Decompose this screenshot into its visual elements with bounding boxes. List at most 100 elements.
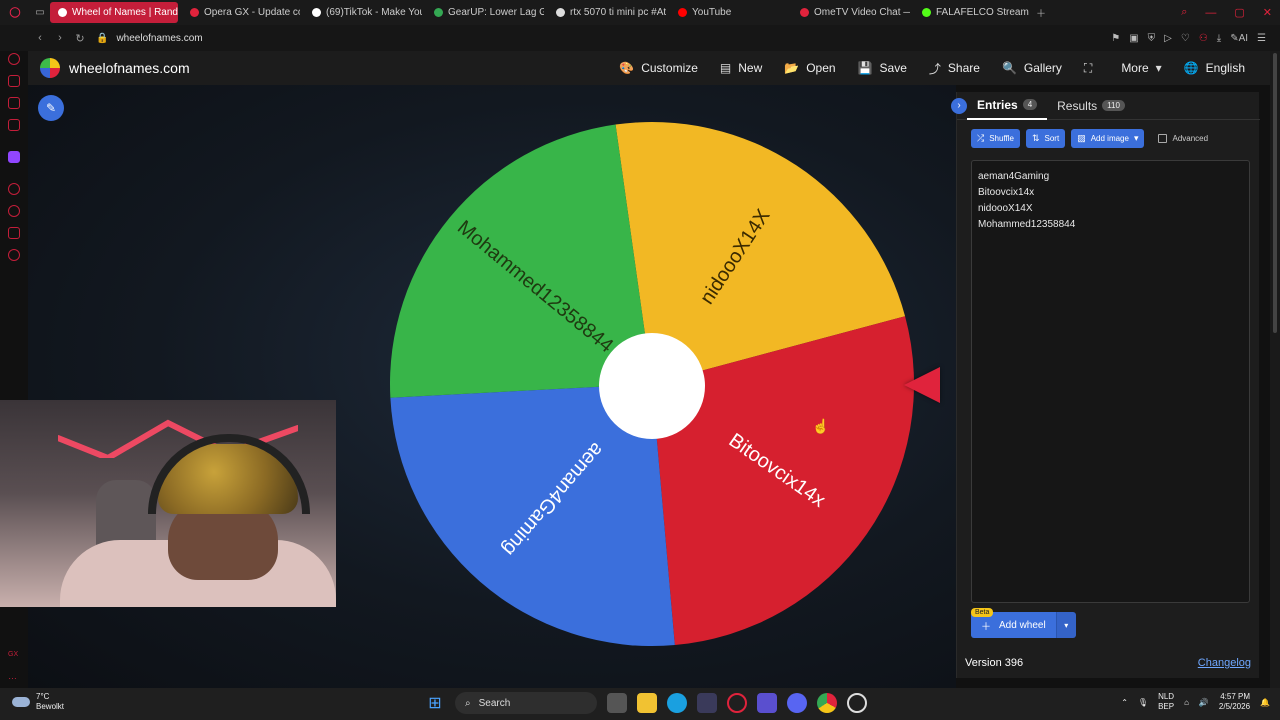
easy-setup-icon[interactable]: ☰ <box>1257 33 1266 44</box>
sidebar-speed-icon[interactable] <box>8 53 20 65</box>
menu-item-open[interactable]: 📂 Open <box>773 61 846 75</box>
reload-button[interactable]: ↻ <box>70 32 90 45</box>
steam-icon[interactable] <box>847 693 867 713</box>
discord-icon[interactable] <box>787 693 807 713</box>
menu-item-save[interactable]: 💾 Save <box>847 61 918 75</box>
browser-tab[interactable]: OmeTV Video Chat — Om <box>792 2 910 23</box>
language-indicator[interactable]: NLD BEP <box>1158 692 1174 712</box>
menu-item-new[interactable]: ▤ New <box>709 61 773 75</box>
entries-count-badge: 4 <box>1022 99 1038 110</box>
browser-tab[interactable]: GearUP: Lower Lag Game <box>426 2 544 23</box>
collapse-panel-icon[interactable]: › <box>951 97 967 114</box>
entry-line: Mohammed12358844 <box>978 219 1076 230</box>
search-tabs-icon[interactable]: ⌕ <box>1181 6 1187 19</box>
taskbar-apps: ⊞ ⌕ Search <box>425 692 867 714</box>
task-view-icon[interactable] <box>607 693 627 713</box>
weather-condition: Bewolkt <box>36 702 65 711</box>
file-explorer-icon[interactable] <box>637 693 657 713</box>
scrollbar-thumb[interactable] <box>1273 53 1277 333</box>
site-title[interactable]: wheelofnames.com <box>69 60 190 76</box>
microphone-icon[interactable]: 🎙 <box>1138 698 1148 707</box>
hand-cursor-icon: ☝ <box>812 418 830 434</box>
taskbar-search[interactable]: ⌕ Search <box>455 692 597 714</box>
play-icon[interactable]: ▷ <box>1164 33 1172 44</box>
url-field[interactable]: wheelofnames.com <box>116 33 202 44</box>
wheel-center-button[interactable] <box>599 333 705 439</box>
extensions-icon[interactable]: ⚇ <box>1199 33 1208 44</box>
snapshot-icon[interactable]: ▣ <box>1129 33 1138 44</box>
network-icon[interactable]: ⌂ <box>1184 698 1189 707</box>
browser-tab[interactable]: FALAFELCO Stream - Wat <box>914 2 1032 23</box>
add-image-button[interactable]: ▨ Add image ▾ <box>1071 129 1145 148</box>
menu-item-customize[interactable]: 🎨 Customize <box>608 61 709 75</box>
sidebar-twitch-icon[interactable] <box>8 151 20 163</box>
sidebar-news-icon[interactable] <box>8 119 20 131</box>
menu-item-english[interactable]: 🌐 English <box>1173 61 1256 75</box>
browser-tab[interactable]: (69)TikTok - Make Your D <box>304 2 422 23</box>
heart-icon[interactable]: ♡ <box>1181 33 1190 44</box>
windows-start-icon[interactable]: ⊞ <box>425 693 445 713</box>
shield-icon[interactable]: ⛨ <box>1148 33 1156 44</box>
weather-widget[interactable]: 7°C Bewolkt <box>12 692 64 712</box>
edge-icon[interactable] <box>667 693 687 713</box>
browser-toolbar: ⚑ ▣ ⛨ ▷ ♡ ⚇ ⤓ ✎AI ☰ <box>1111 33 1266 44</box>
edit-pencil-icon[interactable]: ✎ <box>38 95 64 121</box>
menu-item-gallery[interactable]: 🔍 Gallery <box>991 61 1073 75</box>
browser-tab[interactable]: Opera GX - Update compl <box>182 2 300 23</box>
menu-item-share[interactable]: ⤴ Share <box>918 60 991 77</box>
opera-gx-icon[interactable] <box>727 693 747 713</box>
new-tab-button[interactable]: ＋ <box>1036 5 1046 20</box>
shuffle-label: Shuffle <box>989 134 1014 143</box>
sidebar-lock-icon[interactable] <box>8 75 20 87</box>
sidebar-tv-icon[interactable] <box>8 97 20 109</box>
sidebar-gx-icon[interactable]: GX <box>8 651 20 663</box>
page-scrollbar[interactable] <box>1270 51 1280 688</box>
browser-tab[interactable]: Wheel of Names | Random <box>50 2 178 23</box>
volume-icon[interactable]: 🔊 <box>1199 698 1209 707</box>
chevron-down-icon: ▾ <box>1155 61 1162 75</box>
maximize-button[interactable]: ▢ <box>1234 6 1244 19</box>
panel-tabs: › Entries 4 Results 110 <box>951 92 1260 120</box>
store-icon[interactable] <box>697 693 717 713</box>
advanced-checkbox[interactable]: Advanced <box>1158 134 1208 143</box>
bookmark-icon[interactable]: ⚑ <box>1111 33 1120 44</box>
menu-item-more[interactable]: More ▾ <box>1110 61 1172 75</box>
clock-date: 2/5/2026 <box>1218 702 1251 711</box>
browser-tab[interactable]: rtx 5070 ti mini pc #Atomh <box>548 2 666 23</box>
notifications-icon[interactable]: 🔔 <box>1260 698 1270 707</box>
shuffle-button[interactable]: ⤮ Shuffle <box>971 129 1020 148</box>
chrome-icon[interactable] <box>817 693 837 713</box>
download-icon[interactable]: ⤓ <box>1217 33 1221 44</box>
sidebar-history-icon[interactable] <box>8 205 20 217</box>
forward-button[interactable]: › <box>50 32 70 44</box>
tab-results[interactable]: Results 110 <box>1047 92 1135 120</box>
tab-entries[interactable]: Entries 4 <box>967 92 1048 120</box>
menu-item-label: Save <box>879 61 907 75</box>
changelog-link[interactable]: Changelog <box>1198 657 1251 669</box>
sidebar-player-icon[interactable] <box>8 183 20 195</box>
opera-gx-logo-icon[interactable]: ◯ <box>0 0 30 25</box>
sidebar-more-icon[interactable]: … <box>8 671 20 683</box>
close-button[interactable]: ✕ <box>1263 6 1272 19</box>
spin-wheel[interactable]: nidoooX14XBitoovcix14xaeman4GamingMohamm… <box>387 119 917 649</box>
entries-textarea[interactable]: aeman4Gaming Bitoovcix14x nidoooX14X Mohamm… <box>971 160 1250 603</box>
site-logo-icon[interactable] <box>40 58 60 78</box>
lock-icon[interactable]: 🔒 <box>96 33 108 44</box>
minimize-button[interactable]: — <box>1205 7 1216 19</box>
back-button[interactable]: ‹ <box>30 32 50 44</box>
browser-tab[interactable]: YouTube <box>670 2 788 23</box>
tab-menu-icon[interactable]: ▭ <box>30 7 50 18</box>
app-icon[interactable] <box>757 693 777 713</box>
tray-overflow-icon[interactable]: ⌃ <box>1121 698 1128 707</box>
checkbox-box[interactable] <box>1158 134 1168 143</box>
ai-icon[interactable]: ✎AI <box>1230 33 1248 44</box>
menu-item-fullscreen[interactable]: ⛶ <box>1073 61 1110 76</box>
clock[interactable]: 4:57 PM 2/5/2026 <box>1219 692 1250 712</box>
cloud-icon <box>12 697 30 707</box>
add-wheel-dropdown-icon[interactable]: ▾ <box>1055 612 1076 638</box>
tab-label: OmeTV Video Chat — Om <box>814 7 910 18</box>
sort-button[interactable]: ⇅ Sort <box>1025 129 1066 148</box>
results-count-badge: 110 <box>1102 100 1125 111</box>
sidebar-settings-icon[interactable] <box>8 249 20 261</box>
sidebar-cube-icon[interactable] <box>8 227 20 239</box>
